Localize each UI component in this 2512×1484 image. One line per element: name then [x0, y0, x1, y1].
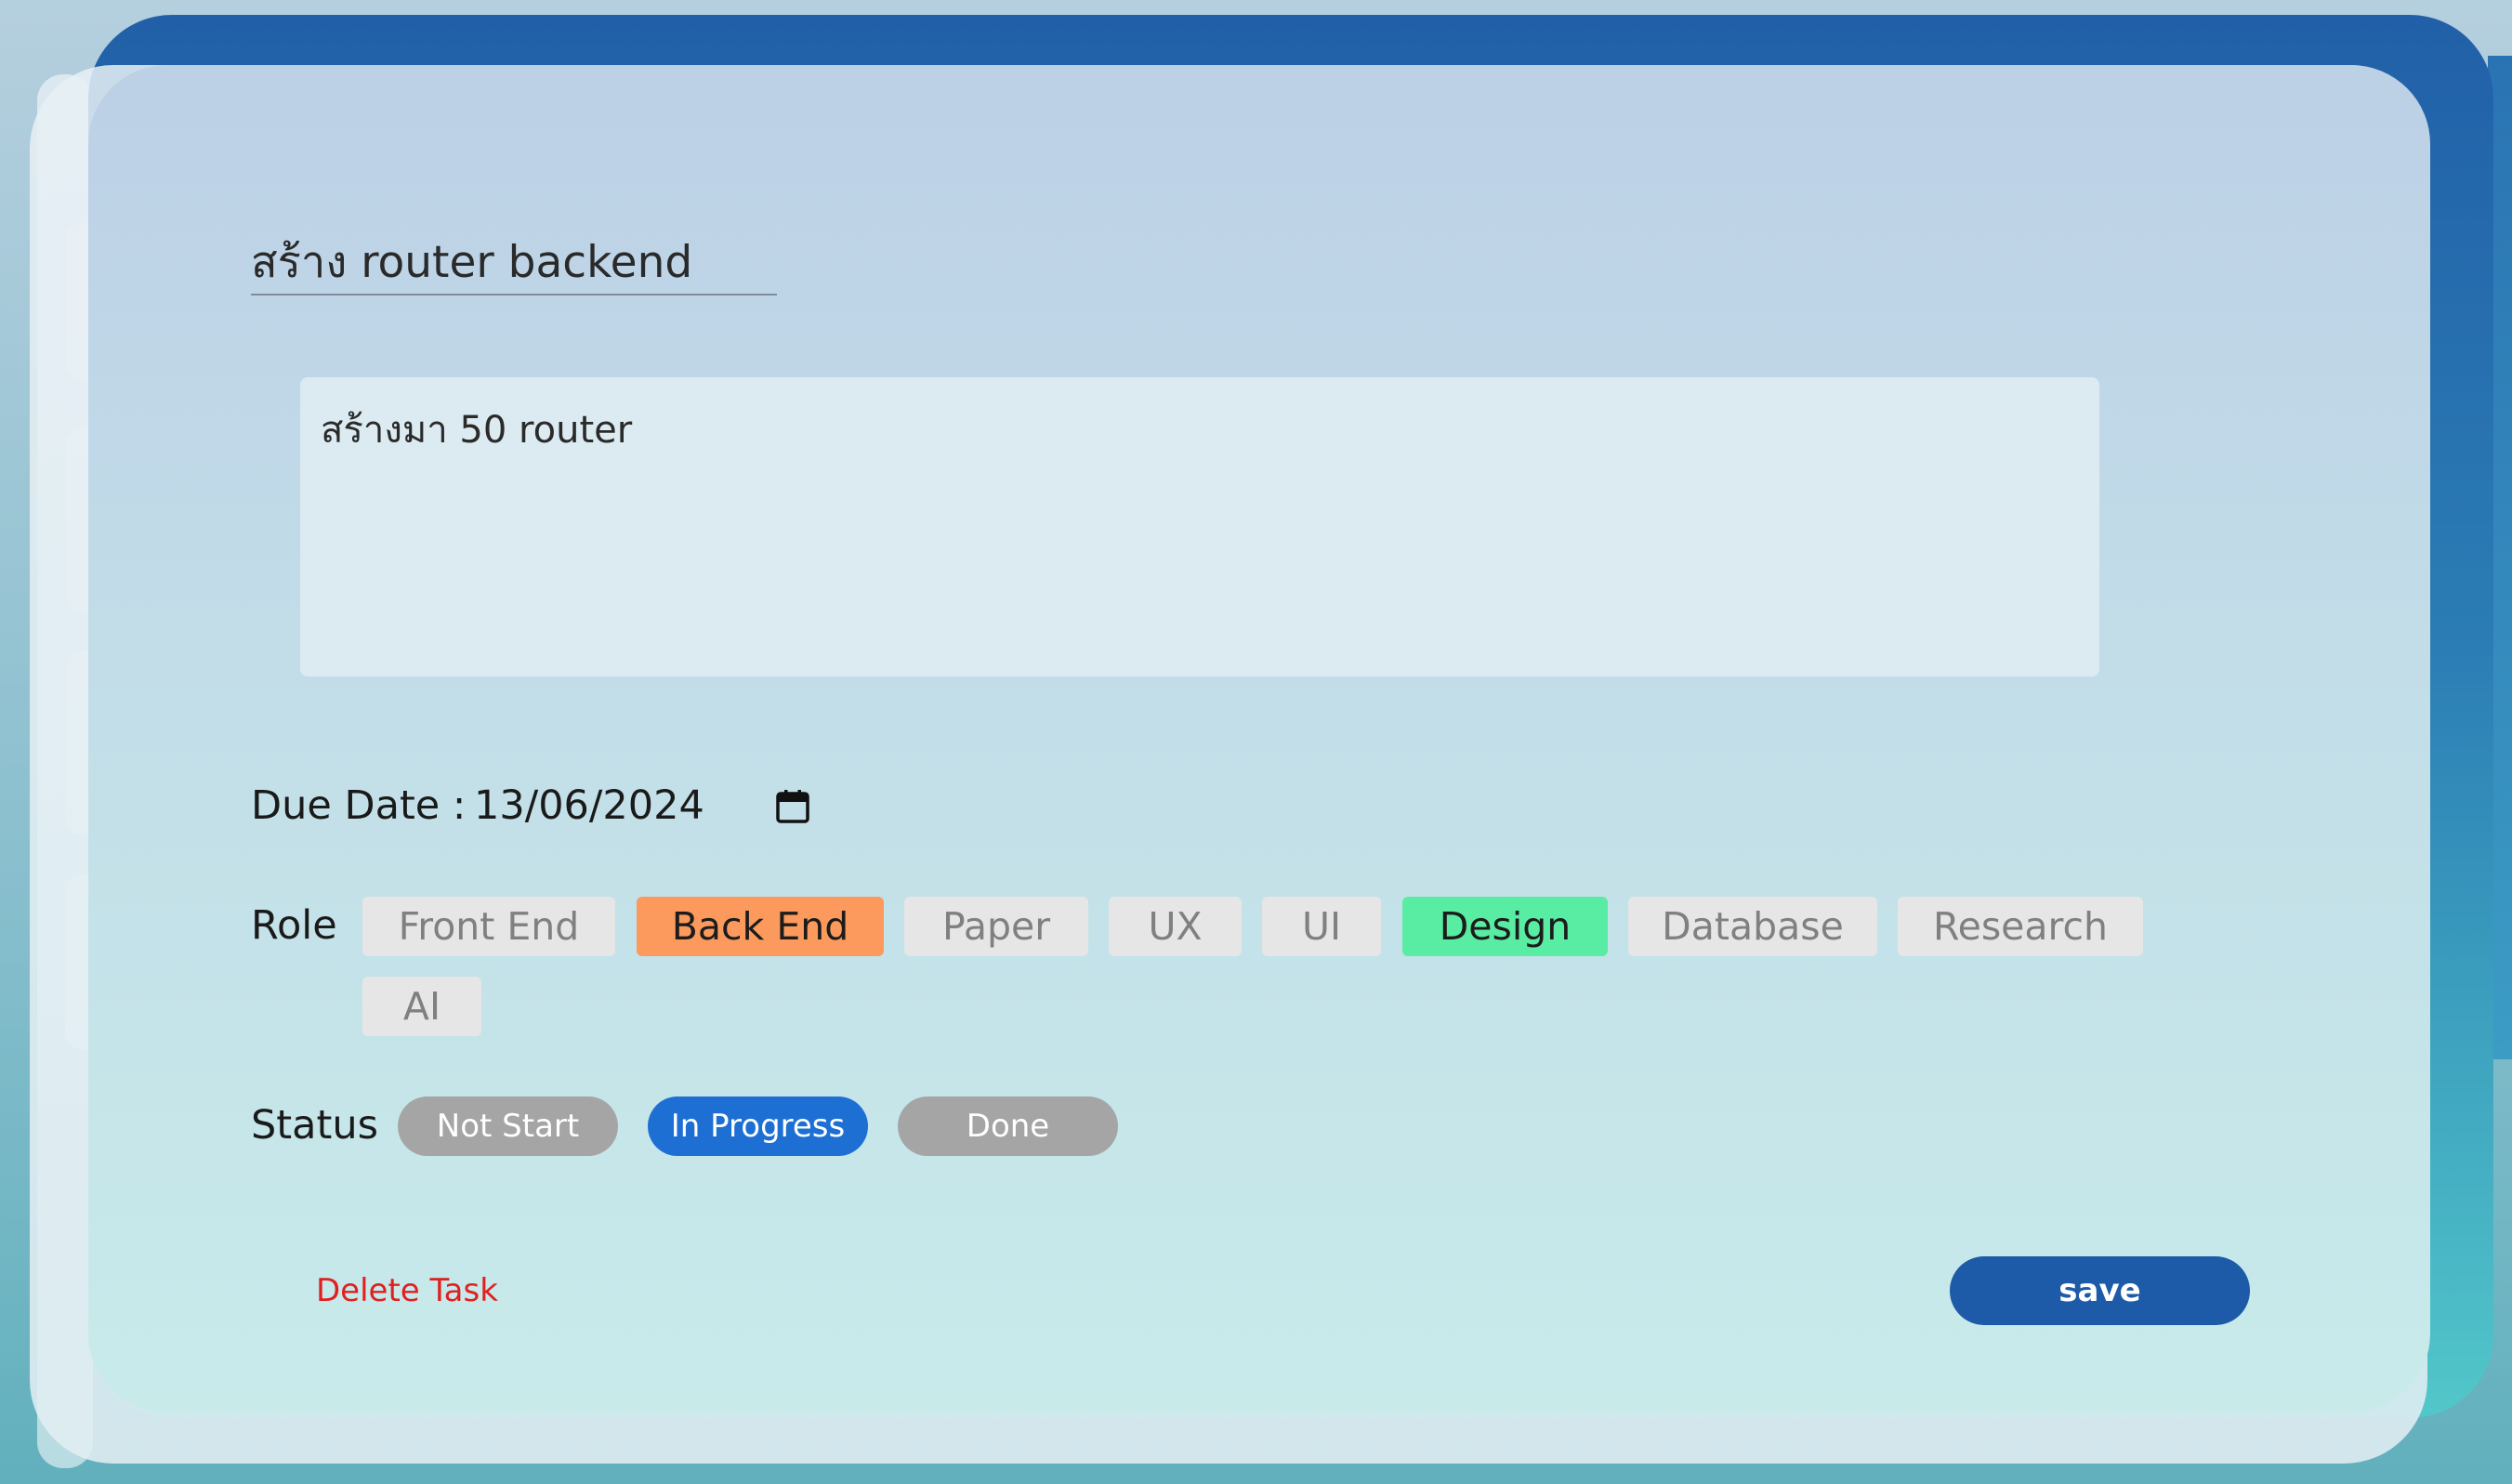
- status-label: Status: [251, 1102, 379, 1149]
- status-not-start-button[interactable]: Not Start: [398, 1097, 618, 1156]
- task-description-text[interactable]: สร้างมา 50 router: [321, 400, 632, 459]
- role-label: Role: [251, 902, 337, 949]
- task-title-text[interactable]: สร้าง router backend: [251, 232, 777, 294]
- status-done-button[interactable]: Done: [898, 1097, 1118, 1156]
- delete-task-button[interactable]: Delete Task: [316, 1267, 498, 1314]
- due-date-label: Due Date :: [251, 782, 467, 829]
- status-in-progress-button[interactable]: In Progress: [648, 1097, 868, 1156]
- task-title-field[interactable]: สร้าง router backend: [251, 232, 777, 295]
- role-chip-ui[interactable]: UI: [1262, 897, 1381, 956]
- role-chip-ai[interactable]: AI: [362, 977, 481, 1036]
- role-chip-back-end[interactable]: Back End: [637, 897, 884, 956]
- task-description-field[interactable]: สร้างมา 50 router: [300, 377, 2099, 676]
- calendar-icon[interactable]: [774, 788, 811, 825]
- role-chip-database[interactable]: Database: [1628, 897, 1877, 956]
- role-chip-front-end[interactable]: Front End: [362, 897, 615, 956]
- due-date-input[interactable]: 13/06/2024: [474, 778, 704, 834]
- role-chip-paper[interactable]: Paper: [904, 897, 1088, 956]
- role-chip-design[interactable]: Design: [1402, 897, 1608, 956]
- role-chip-ux[interactable]: UX: [1109, 897, 1242, 956]
- save-button[interactable]: save: [1950, 1256, 2250, 1325]
- role-chip-research[interactable]: Research: [1898, 897, 2143, 956]
